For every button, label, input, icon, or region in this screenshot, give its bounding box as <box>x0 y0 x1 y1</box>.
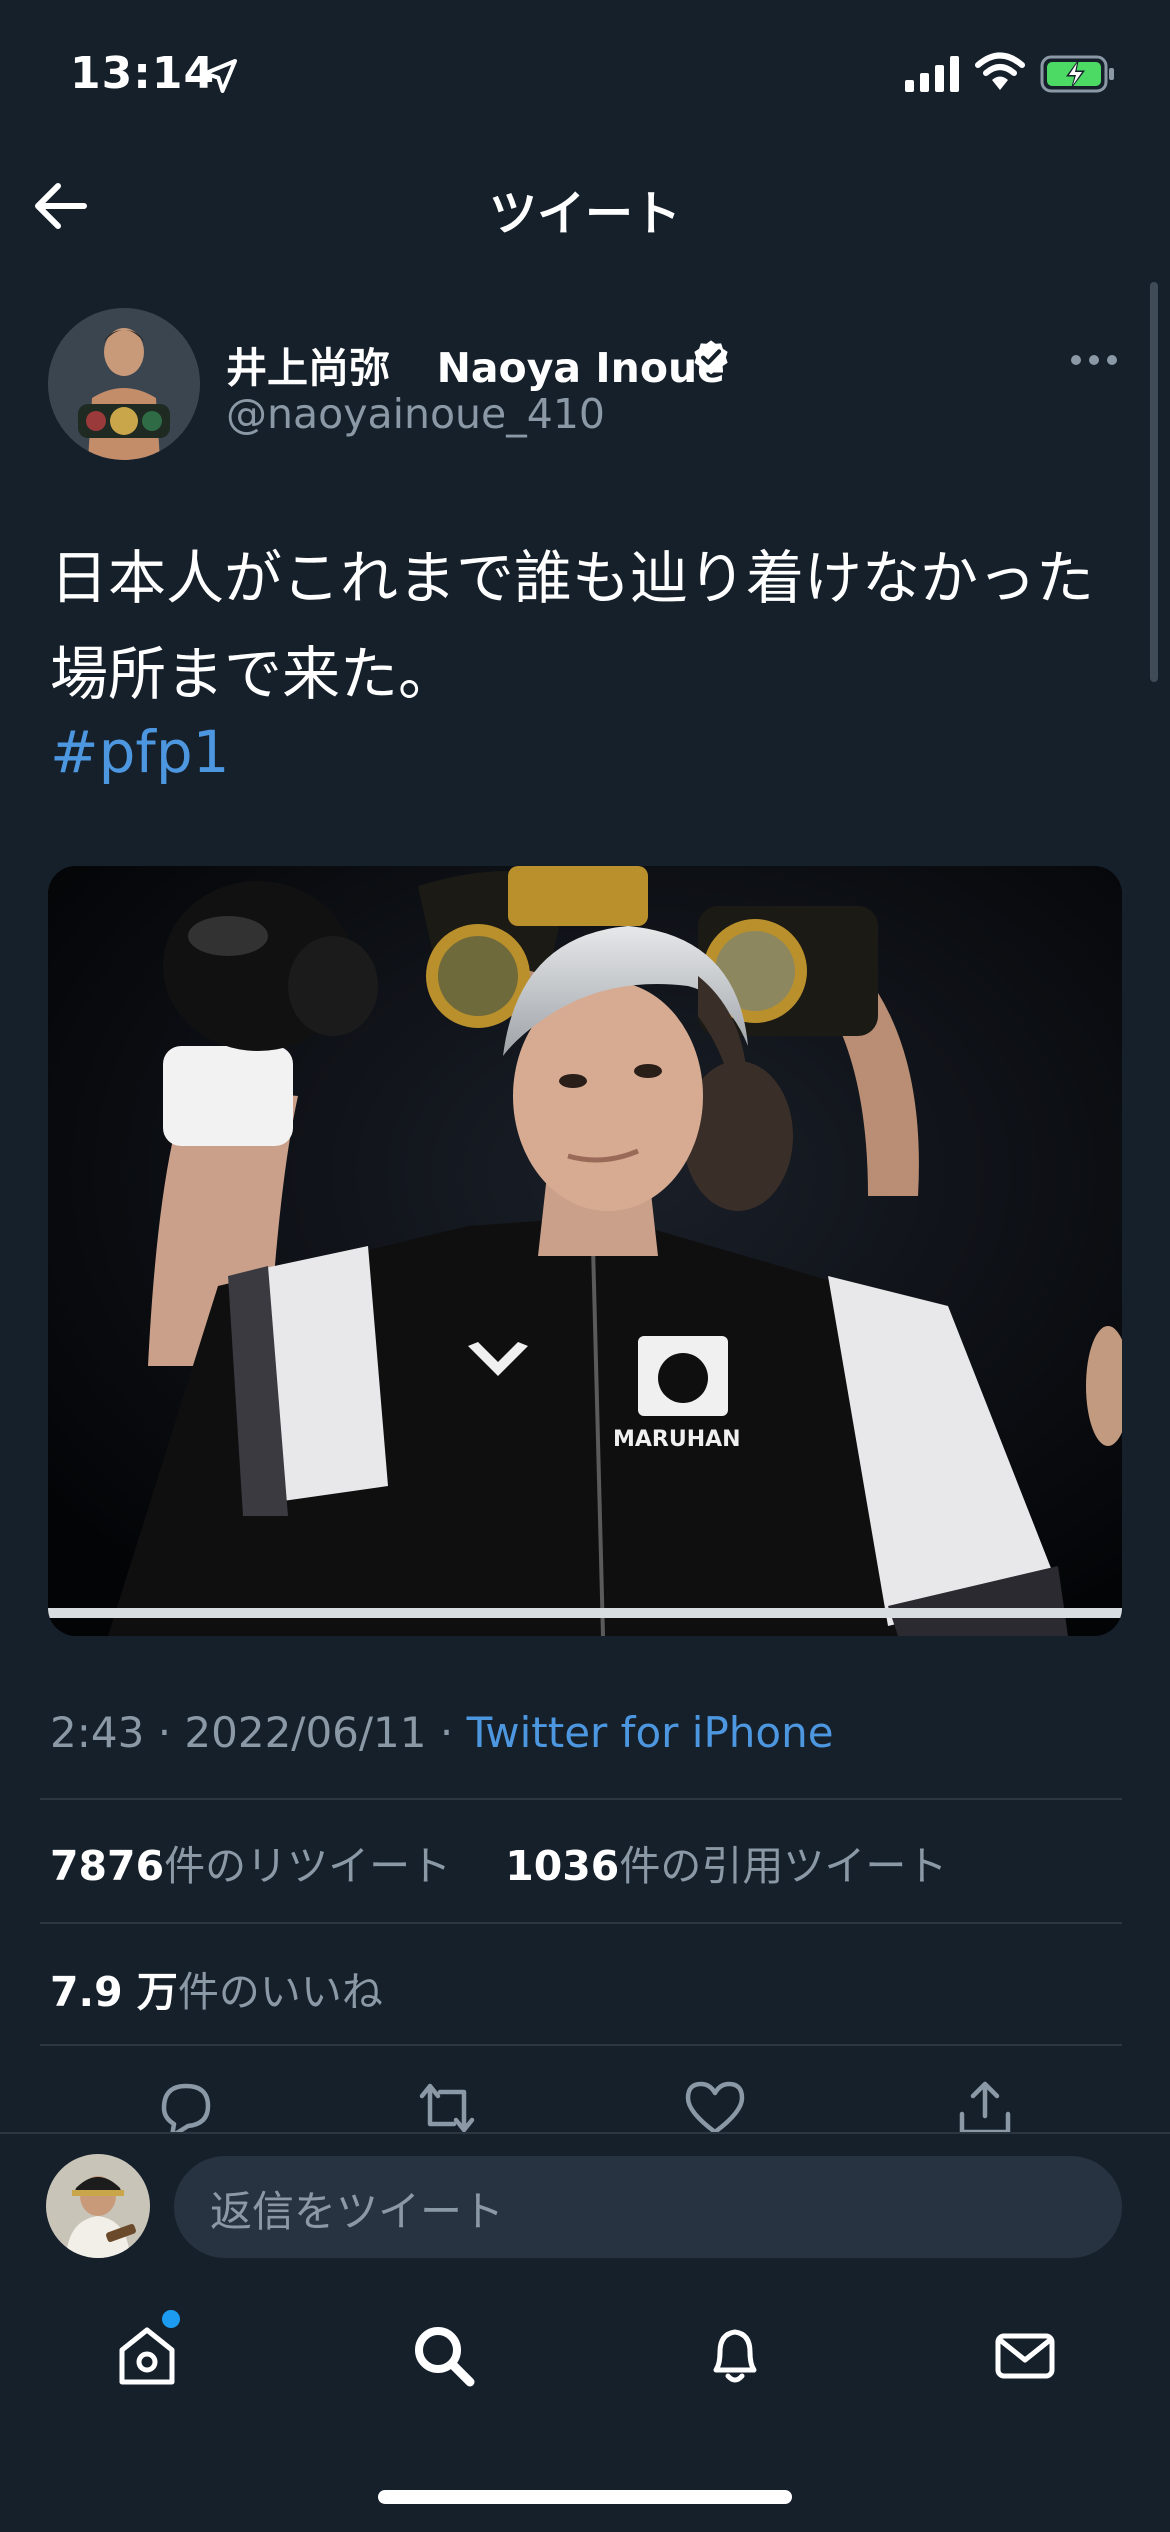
meta-separator: · <box>439 1708 454 1757</box>
retweets-count: 7876 <box>50 1842 165 1890</box>
page-title: ツイート <box>488 186 681 242</box>
wifi-icon <box>975 52 1025 90</box>
divider <box>40 1798 1122 1800</box>
tweet-date: 2022/06/11 <box>184 1708 427 1757</box>
photo-jacket-logo-text: MARUHAN <box>613 1427 741 1452</box>
tweet-detail-screen: 13:14 ツイート 井上尚弥 Naoya Inoue @naoyainoue_… <box>0 0 1170 2532</box>
tweet-text: 日本人がこれまで誰も辿り着けなかった場所まで来た。 <box>50 544 1095 708</box>
meta-separator: · <box>157 1708 172 1757</box>
tweet-meta: 2:43 · 2022/06/11 · Twitter for iPhone <box>50 1708 834 1757</box>
quotes-stat[interactable]: 1036件の引用ツイート <box>505 1842 947 1890</box>
home-icon[interactable] <box>112 2320 182 2390</box>
likes-label: 件のいいね <box>177 1968 383 2016</box>
retweets-label: 件のリツイート <box>164 1842 452 1890</box>
like-icon[interactable] <box>682 2078 748 2138</box>
share-icon[interactable] <box>952 2078 1018 2138</box>
tweet-source-link[interactable]: Twitter for iPhone <box>467 1708 834 1757</box>
quotes-count: 1036 <box>505 1842 620 1890</box>
user-avatar[interactable] <box>46 2154 150 2258</box>
likes-count: 7.9 万 <box>50 1968 178 2016</box>
quotes-label: 件の引用ツイート <box>619 1842 948 1890</box>
author-name-en: Naoya Inoue <box>436 344 725 392</box>
messages-icon[interactable] <box>990 2320 1060 2390</box>
notifications-icon[interactable] <box>700 2320 770 2390</box>
cellular-signal-icon <box>905 56 959 92</box>
author-name[interactable]: 井上尚弥 Naoya Inoue <box>226 334 725 394</box>
more-options-icon[interactable] <box>1070 350 1118 370</box>
likes-stat[interactable]: 7.9 万件のいいね <box>50 1958 383 2018</box>
status-time: 13:14 <box>70 48 216 99</box>
author-handle[interactable]: @naoyainoue_410 <box>226 390 605 438</box>
divider <box>40 2044 1122 2046</box>
verified-badge-icon <box>694 340 728 375</box>
retweets-stat[interactable]: 7876件のリツイート <box>50 1842 451 1890</box>
retweet-icon[interactable] <box>414 2078 480 2138</box>
author-avatar[interactable] <box>48 308 200 460</box>
retweet-stats-row: 7876件のリツイート 1036件の引用ツイート <box>50 1832 947 1892</box>
location-arrow-icon <box>203 59 237 93</box>
home-notification-dot <box>162 2310 180 2328</box>
hashtag-link[interactable]: #pfp1 <box>50 718 230 786</box>
reply-input[interactable]: 返信をツイート <box>174 2156 1122 2258</box>
tweet-time: 2:43 <box>50 1708 145 1757</box>
tweet-photo[interactable]: MARUHAN <box>48 866 1122 1636</box>
reply-icon[interactable] <box>150 2078 216 2138</box>
scroll-indicator[interactable] <box>1150 282 1158 682</box>
search-icon[interactable] <box>408 2320 478 2390</box>
battery-charging-icon <box>1040 55 1114 93</box>
home-indicator[interactable] <box>378 2490 792 2504</box>
author-name-jp: 井上尚弥 <box>226 344 390 392</box>
divider <box>40 1922 1122 1924</box>
